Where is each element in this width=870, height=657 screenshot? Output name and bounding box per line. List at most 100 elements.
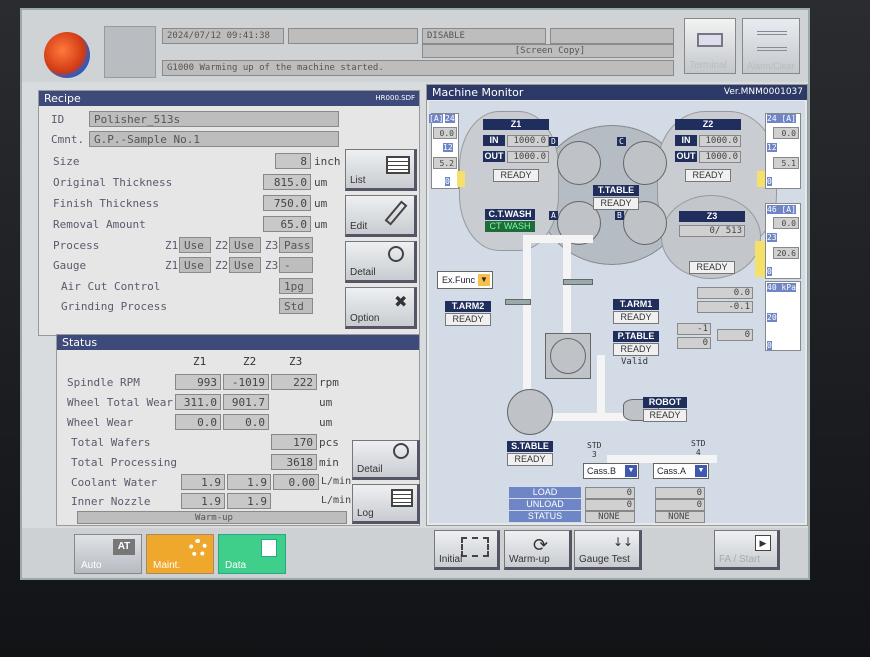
pipe-vertical-mid bbox=[563, 235, 571, 345]
cmnt-field[interactable]: G.P.-Sample No.1 bbox=[89, 131, 339, 147]
arm-v1: 0.0 bbox=[697, 287, 753, 299]
cassa-status: NONE bbox=[655, 511, 705, 523]
coolant-label: Coolant Water bbox=[71, 476, 158, 489]
blank-header-button[interactable] bbox=[104, 26, 156, 78]
coolant-z3: 0.00 bbox=[273, 474, 319, 490]
process-z1[interactable]: Use bbox=[179, 237, 211, 253]
gauge-test-label: Gauge Test bbox=[579, 554, 630, 565]
total-wafers-unit: pcs bbox=[319, 436, 339, 449]
ttable-tag: T.TABLE bbox=[593, 185, 639, 196]
detail-button[interactable]: Detail bbox=[345, 241, 417, 283]
process-z2-tag: Z2 bbox=[215, 239, 229, 252]
removal-value[interactable]: 65.0 bbox=[263, 216, 311, 232]
id-field[interactable]: Polisher_513s bbox=[89, 111, 339, 127]
detail-label: Detail bbox=[350, 267, 376, 278]
size-value[interactable]: 8 bbox=[275, 153, 311, 169]
gauge-z2[interactable]: Use bbox=[229, 257, 261, 273]
z2-gauge-v2: 12 bbox=[767, 143, 777, 152]
gauge-z3[interactable]: - bbox=[279, 257, 313, 273]
process-z2[interactable]: Use bbox=[229, 237, 261, 253]
exfunc-button[interactable]: Ex.Func ▼ bbox=[437, 271, 493, 289]
alarm-icon bbox=[757, 31, 787, 51]
document-icon bbox=[261, 539, 277, 557]
ptable-wafer bbox=[550, 338, 586, 374]
warmup-label: Warm-up bbox=[509, 554, 550, 565]
stable-state: READY bbox=[507, 453, 553, 466]
gauge-z1[interactable]: Use bbox=[179, 257, 211, 273]
orig-thickness-value[interactable]: 815.0 bbox=[263, 174, 311, 190]
datetime-field: 2024/07/12 09:41:38 bbox=[162, 28, 284, 44]
recipe-title: Recipe bbox=[44, 92, 81, 105]
spindle-z1: 993 bbox=[175, 374, 221, 390]
z3-gauge-v1: 0.0 bbox=[773, 217, 799, 229]
option-button[interactable]: ✖ Option bbox=[345, 287, 417, 329]
ptable-tag: P.TABLE bbox=[613, 331, 659, 342]
kpa-v2: 20 bbox=[767, 313, 777, 322]
z2-gauge-v3: 5.1 bbox=[773, 157, 799, 169]
data-button[interactable]: Data bbox=[218, 534, 286, 574]
initial-button[interactable]: Initial bbox=[434, 530, 500, 570]
std3-label: STD 3 bbox=[587, 441, 602, 459]
maint-button[interactable]: Maint. bbox=[146, 534, 214, 574]
id-label: ID bbox=[51, 113, 65, 126]
grinding-value[interactable]: Std bbox=[279, 298, 313, 314]
load-label: LOAD bbox=[509, 487, 581, 498]
arm-v4: 0 bbox=[677, 337, 711, 349]
recipe-header: Recipe HR000.SDF bbox=[39, 91, 419, 106]
z2-in-tag: IN bbox=[675, 135, 697, 146]
orig-thickness-unit: um bbox=[314, 176, 328, 189]
total-processing-unit: min bbox=[319, 456, 339, 469]
edit-button[interactable]: Edit bbox=[345, 195, 417, 237]
terminal-button[interactable]: Terminal bbox=[684, 18, 736, 74]
fa-start-button[interactable]: ▶ FA / Start bbox=[714, 530, 780, 570]
list-button[interactable]: List bbox=[345, 149, 417, 191]
pipe-horizontal-top bbox=[523, 235, 593, 243]
size-label: Size bbox=[53, 155, 80, 168]
cassa-select[interactable]: Cass.A ▼ bbox=[653, 463, 709, 479]
aircut-value[interactable]: 1pg bbox=[279, 278, 313, 294]
alarm-clear-button[interactable]: Alarm/Clear bbox=[742, 18, 800, 74]
screen: 2024/07/12 09:41:38 DISABLE [Screen Copy… bbox=[20, 8, 810, 580]
z3-gauge-v4: 0 bbox=[767, 267, 772, 276]
gauge-test-button[interactable]: ↓↓ Gauge Test bbox=[574, 530, 642, 570]
chuck-c bbox=[623, 141, 667, 185]
z1-in-value: 1000.0 bbox=[507, 135, 549, 147]
aircut-label: Air Cut Control bbox=[61, 280, 161, 293]
status-detail-button[interactable]: Detail bbox=[352, 440, 420, 480]
cassa-label: Cass.A bbox=[657, 466, 687, 476]
exfunc-label: Ex.Func bbox=[442, 275, 476, 285]
grinding-label: Grinding Process bbox=[61, 300, 167, 313]
z1-in-tag: IN bbox=[483, 135, 505, 146]
removal-label: Removal Amount bbox=[53, 218, 146, 231]
cmnt-label: Cmnt. bbox=[51, 133, 85, 146]
z1-out-value: 1000.0 bbox=[507, 151, 549, 163]
z1-gauge-v3: 5.2 bbox=[433, 157, 457, 169]
col-z1: Z1 bbox=[193, 355, 207, 368]
wheel-total-z2: 901.7 bbox=[223, 394, 269, 410]
list-label: List bbox=[350, 175, 366, 186]
process-z3[interactable]: Pass bbox=[279, 237, 313, 253]
data-label: Data bbox=[225, 560, 247, 571]
auto-button[interactable]: AT Auto bbox=[74, 534, 142, 574]
warmup-button[interactable]: ⟳ Warm-up bbox=[504, 530, 572, 570]
z2-gauge-fill bbox=[757, 171, 765, 187]
screen-copy-field[interactable]: [Screen Copy] bbox=[422, 44, 674, 58]
z3-gauge-v2: 23 bbox=[767, 233, 777, 242]
process-z3-tag: Z3 bbox=[265, 239, 279, 252]
monitor-version: Ver.MNM0001037 bbox=[723, 87, 803, 97]
log-icon bbox=[391, 489, 413, 507]
tarm2-tag: T.ARM2 bbox=[445, 301, 491, 312]
cassb-select[interactable]: Cass.B ▼ bbox=[583, 463, 639, 479]
z1-gauge-v1: 0.0 bbox=[433, 127, 457, 139]
coolant-z2: 1.9 bbox=[227, 474, 271, 490]
log-button[interactable]: Log bbox=[352, 484, 420, 524]
gauge-label: Gauge bbox=[53, 259, 87, 272]
option-label: Option bbox=[350, 313, 380, 324]
gauge-z2-tag: Z2 bbox=[215, 259, 229, 272]
col-z2: Z2 bbox=[243, 355, 257, 368]
z1-gauge-unit: [A] bbox=[429, 114, 444, 123]
size-unit: inch bbox=[314, 155, 341, 168]
chuck-d bbox=[557, 141, 601, 185]
finish-thickness-value[interactable]: 750.0 bbox=[263, 195, 311, 211]
spindle-z2: -1019 bbox=[223, 374, 269, 390]
